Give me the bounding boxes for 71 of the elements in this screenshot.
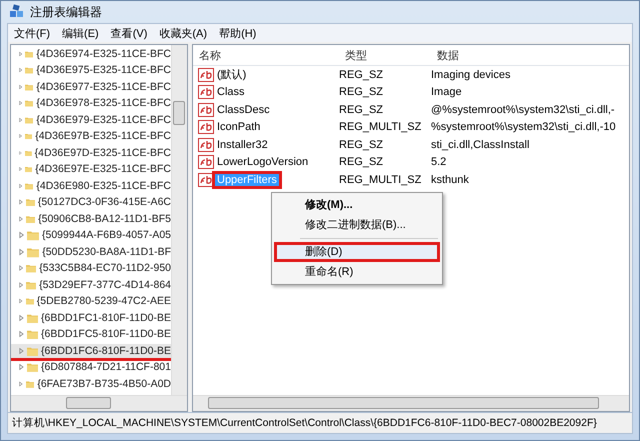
table-cell-text: REG_MULTI_SZ	[338, 174, 422, 186]
status-bar: 计算机\HKEY_LOCAL_MACHINE\SYSTEM\CurrentControlSet\Control\Class\{6BDD1FC6-810F-11D0-BEC7-08002BE2092F}	[7, 412, 633, 434]
folder-icon	[27, 229, 39, 242]
table-cell-text: REG_SZ	[338, 104, 384, 116]
string-value-icon	[198, 138, 214, 152]
tree-item[interactable]: {6BDD1FC5-810F-11D0-BE	[11, 328, 171, 344]
table-cell-text: %systemroot%\system32\sti_ci.dll,-10	[430, 121, 617, 134]
tree-item[interactable]: {50DD5230-BA8A-11D1-BF	[11, 245, 171, 262]
tree-item[interactable]: {4D36E974-E325-11CE-BFC	[11, 47, 171, 64]
table-cell-text: REG_SZ	[338, 86, 384, 98]
context-menu-item[interactable]: 删除(D)	[274, 242, 440, 262]
table-cell-text: REG_SZ	[338, 138, 384, 151]
column-header[interactable]: 名称	[193, 48, 339, 62]
menu-item[interactable]: 收藏夹(A)	[159, 26, 208, 40]
tree-item[interactable]: {4D36E977-E325-11CE-BFC	[11, 80, 171, 96]
vertical-scrollbar[interactable]	[171, 45, 187, 395]
tree-item[interactable]: {4D36E97B-E325-11CE-BFC	[11, 130, 171, 146]
column-header[interactable]: 类型	[339, 48, 431, 62]
tree-item[interactable]: {6BDD1FC6-810F-11D0-BE	[11, 344, 171, 360]
tree-item[interactable]: {50906CB8-BA12-11D1-BF5	[11, 212, 171, 228]
table-cell-text: Imaging devices	[430, 68, 512, 81]
string-value-icon	[198, 102, 214, 117]
tree-item[interactable]: {6FAE73B7-B735-4B50-A0D	[11, 377, 171, 394]
tree-item[interactable]: {4D36E980-E325-11CE-BFC	[11, 179, 171, 196]
tree-item[interactable]: {53D29EF7-377C-4D14-864	[11, 278, 171, 294]
value-name[interactable]: LowerLogoVersion	[212, 153, 314, 172]
table-cell-text: ksthunk	[430, 174, 470, 186]
table-cell-text: @%systemroot%\system32\sti_ci.dll,-	[430, 104, 616, 116]
value-name[interactable]: Installer32	[212, 136, 273, 154]
value-name[interactable]: ClassDesc	[212, 100, 275, 119]
folder-icon	[27, 246, 40, 258]
context-menu-item[interactable]: 修改二进制数据(B)...	[274, 215, 440, 235]
context-menu-item[interactable]: 重命名(R)	[274, 262, 440, 282]
folder-icon	[26, 361, 38, 374]
column-header[interactable]: 数据	[431, 48, 629, 62]
context-menu-item[interactable]: 修改(M)...	[274, 195, 440, 215]
tree-item[interactable]: {533C5B84-EC70-11D2-950	[11, 262, 171, 278]
string-value-icon	[198, 172, 214, 187]
value-name[interactable]: Class	[212, 83, 250, 102]
table-cell-text: REG_SZ	[338, 68, 384, 81]
tree-item[interactable]: {4D36E979-E325-11CE-BFC	[11, 113, 171, 130]
string-value-icon	[198, 120, 214, 134]
folder-icon	[26, 262, 36, 274]
tree-item[interactable]: {50127DC3-0F36-415E-A6C	[11, 196, 171, 212]
tree-item[interactable]: {6D807884-7D21-11CF-801	[11, 360, 171, 377]
tree-item[interactable]: {4D36E97E-E325-11CE-BFC	[11, 162, 171, 179]
horizontal-scrollbar[interactable]	[193, 395, 629, 411]
window-title: 注册表编辑器	[30, 4, 102, 20]
tree-item[interactable]: {4D36E97D-E325-11CE-BFC	[11, 146, 171, 162]
horizontal-scrollbar[interactable]	[11, 395, 187, 411]
menu-item[interactable]: 编辑(E)	[62, 26, 99, 40]
value-name[interactable]: IconPath	[212, 118, 266, 136]
tree-item[interactable]: {4D36E975-E325-11CE-BFC	[11, 64, 171, 80]
table-cell-text: REG_SZ	[338, 156, 384, 168]
string-value-icon	[198, 155, 214, 170]
string-value-icon	[198, 85, 214, 100]
tree-item[interactable]: {4D36E978-E325-11CE-BFC	[11, 96, 171, 113]
menu-item[interactable]: 帮助(H)	[219, 26, 256, 40]
menu-item[interactable]: 文件(F)	[14, 26, 50, 40]
table-cell-text: Image	[430, 86, 463, 98]
tree-item[interactable]: {5DEB2780-5239-47C2-AEE	[11, 294, 171, 311]
table-cell-text: REG_MULTI_SZ	[338, 121, 422, 134]
string-value-icon	[198, 68, 214, 82]
menu-item[interactable]: 查看(V)	[110, 26, 148, 40]
value-name[interactable]: (默认)	[212, 64, 252, 86]
tree-item[interactable]: {5099944A-F6B9-4057-A05	[11, 228, 171, 245]
tree-item[interactable]: {6BDD1FC1-810F-11D0-BE	[11, 311, 171, 328]
folder-icon	[26, 328, 38, 340]
registry-cubes-icon	[9, 4, 25, 20]
table-cell-text: 5.2	[430, 156, 448, 168]
table-cell-text: sti_ci.dll,ClassInstall	[430, 138, 530, 151]
